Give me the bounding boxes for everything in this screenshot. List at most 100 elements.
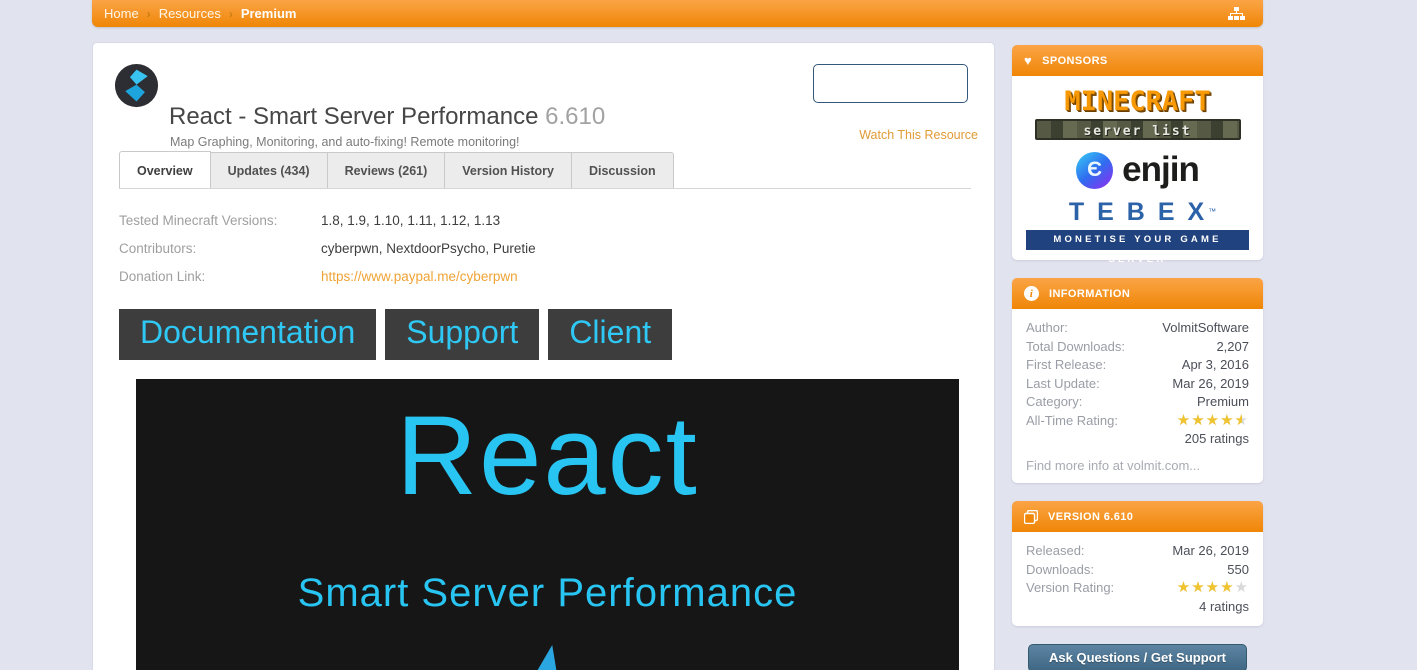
resource-main-panel: React - Smart Server Performance 6.610 M… xyxy=(92,42,995,670)
version-rating-stars: ★★★★★ ★★★★★ xyxy=(1177,579,1249,598)
stars-fill: ★★★★★ xyxy=(1176,411,1242,429)
sponsors-body: MINECRAFT server list Є enjin TEBEX™ MON… xyxy=(1012,76,1263,265)
enjin-logo-text: enjin xyxy=(1122,150,1200,189)
information-panel: i INFORMATION Author: VolmitSoftware Tot… xyxy=(1012,278,1263,483)
version-header: VERSION 6.610 xyxy=(1012,501,1263,532)
buy-now-label: Buy Now for 7.99 USD xyxy=(819,69,962,84)
version-row-rating: Version Rating: ★★★★★ ★★★★★ xyxy=(1026,579,1249,598)
copy-pages-icon xyxy=(1024,509,1038,524)
resource-version: 6.610 xyxy=(545,103,606,130)
resource-logo-avatar[interactable] xyxy=(114,63,159,108)
banner-logo-triangle xyxy=(533,645,558,670)
watch-resource-link[interactable]: Watch This Resource xyxy=(859,128,978,142)
info-label: Author: xyxy=(1026,320,1068,335)
breadcrumb: Home › Resources › Premium xyxy=(92,0,1263,27)
version-label: Downloads: xyxy=(1026,561,1094,577)
detail-row-contributors: Contributors: cyberpwn, NextdoorPsycho, … xyxy=(119,239,971,258)
sitemap-icon[interactable] xyxy=(1228,6,1251,21)
sponsors-header-label: SPONSORS xyxy=(1042,54,1108,67)
info-label: First Release: xyxy=(1026,357,1107,372)
chevron-right-icon: › xyxy=(146,6,151,21)
info-row-category: Category: Premium xyxy=(1026,393,1249,412)
sidebar: ♥ SPONSORS MINECRAFT server list Є enjin… xyxy=(1012,45,1263,670)
resource-tabs: Overview Updates (434) Reviews (261) Ver… xyxy=(119,151,674,189)
page: Home › Resources › Premium React - Smart… xyxy=(0,0,1417,670)
info-icon: i xyxy=(1024,286,1039,301)
version-ratings-count: 4 ratings xyxy=(1199,598,1249,614)
breadcrumb-premium: Premium xyxy=(240,6,297,21)
buy-file-size: 1.8 MB .jar xyxy=(863,85,918,97)
info-row-last-update: Last Update: Mar 26, 2019 xyxy=(1026,375,1249,394)
resource-details: Tested Minecraft Versions: 1.8, 1.9, 1.1… xyxy=(119,211,971,295)
documentation-button[interactable]: Documentation xyxy=(119,309,377,360)
info-value: 2,207 xyxy=(1216,338,1249,354)
detail-label: Donation Link: xyxy=(119,269,206,284)
detail-row-versions: Tested Minecraft Versions: 1.8, 1.9, 1.1… xyxy=(119,211,971,230)
heart-icon: ♥ xyxy=(1024,53,1033,68)
tab-version-history[interactable]: Version History xyxy=(445,152,572,189)
info-label: All-Time Rating: xyxy=(1026,412,1118,428)
banner-title: React xyxy=(396,393,699,518)
info-value: Apr 3, 2016 xyxy=(1181,357,1249,372)
version-label: Version Rating: xyxy=(1026,580,1115,595)
client-button[interactable]: Client xyxy=(548,309,673,360)
resource-tagline: Map Graphing, Monitoring, and auto-fixin… xyxy=(170,135,520,149)
info-row-downloads: Total Downloads: 2,207 xyxy=(1026,338,1249,357)
enjin-icon: Є xyxy=(1076,151,1114,189)
quick-links: Documentation Support Client xyxy=(119,309,673,360)
detail-value: cyberpwn, NextdoorPsycho, Puretie xyxy=(321,241,536,256)
all-time-ratings-count: 205 ratings xyxy=(1184,431,1249,446)
author-link[interactable]: VolmitSoftware xyxy=(1162,319,1249,338)
all-time-rating-stars: ★★★★★ ★★★★★ xyxy=(1177,412,1249,431)
stars-fill: ★★★★★ xyxy=(1176,579,1235,596)
donation-link[interactable]: https://www.paypal.me/cyberpwn xyxy=(321,267,518,286)
tebex-tagline: MONETISE YOUR GAME SERVER xyxy=(1026,230,1249,265)
detail-label: Tested Minecraft Versions: xyxy=(119,213,278,228)
server-list-logo-text: server list xyxy=(1034,119,1241,140)
resource-banner-image: React Smart Server Performance xyxy=(136,379,959,670)
tab-updates[interactable]: Updates (434) xyxy=(210,152,328,189)
tebex-trademark: ™ xyxy=(1208,206,1217,216)
info-row-author: Author: VolmitSoftware xyxy=(1026,319,1249,338)
version-row-released: Released: Mar 26, 2019 xyxy=(1026,542,1249,561)
tebex-banner[interactable]: TEBEX™ MONETISE YOUR GAME SERVER xyxy=(1026,198,1249,265)
version-value: 550 xyxy=(1227,561,1249,577)
info-label: Category: xyxy=(1026,394,1083,409)
find-more-info-link[interactable]: Find more info at volmit.com... xyxy=(1026,458,1249,473)
version-panel: VERSION 6.610 Released: Mar 26, 2019 Dow… xyxy=(1012,501,1263,626)
chevron-right-icon: › xyxy=(228,6,233,21)
info-label: Total Downloads: xyxy=(1026,338,1125,354)
breadcrumb-home[interactable]: Home xyxy=(104,6,139,21)
ask-questions-button[interactable]: Ask Questions / Get Support xyxy=(1028,643,1247,670)
version-label: Released: xyxy=(1026,543,1085,558)
version-value: Mar 26, 2019 xyxy=(1172,543,1249,558)
info-value: Mar 26, 2019 xyxy=(1172,375,1249,391)
breadcrumb-resources[interactable]: Resources xyxy=(159,6,221,21)
info-row-first-release: First Release: Apr 3, 2016 xyxy=(1026,356,1249,375)
sponsors-panel: ♥ SPONSORS MINECRAFT server list Є enjin… xyxy=(1012,45,1263,265)
version-row-downloads: Downloads: 550 xyxy=(1026,561,1249,580)
tebex-logo-text: TEBEX xyxy=(1068,198,1218,226)
tebex-wordmark: TEBEX™ xyxy=(1026,198,1249,227)
info-label: Last Update: xyxy=(1026,375,1100,391)
version-header-label: VERSION 6.610 xyxy=(1048,510,1134,523)
detail-label: Contributors: xyxy=(119,241,197,256)
information-header-label: INFORMATION xyxy=(1049,287,1131,300)
resource-title-text: React - Smart Server Performance xyxy=(169,103,539,130)
detail-row-donation: Donation Link: https://www.paypal.me/cyb… xyxy=(119,267,971,286)
information-header: i INFORMATION xyxy=(1012,278,1263,309)
tab-divider xyxy=(119,188,971,189)
tab-overview[interactable]: Overview xyxy=(119,151,211,189)
minecraft-server-list-banner[interactable]: MINECRAFT server list xyxy=(1026,86,1249,140)
page-title: React - Smart Server Performance 6.610 xyxy=(169,103,605,131)
tab-discussion[interactable]: Discussion xyxy=(571,152,674,189)
sponsors-header: ♥ SPONSORS xyxy=(1012,45,1263,76)
enjin-banner[interactable]: Є enjin xyxy=(1026,150,1249,190)
info-row-rating: All-Time Rating: ★★★★★ ★★★★★ xyxy=(1026,412,1249,431)
information-body: Author: VolmitSoftware Total Downloads: … xyxy=(1012,309,1263,483)
buy-now-button[interactable]: Buy Now for 7.99 USD 1.8 MB .jar xyxy=(813,64,968,103)
category-link[interactable]: Premium xyxy=(1197,393,1249,412)
tab-reviews[interactable]: Reviews (261) xyxy=(327,152,446,189)
banner-subtitle: Smart Server Performance xyxy=(297,571,798,615)
support-button[interactable]: Support xyxy=(385,309,540,360)
